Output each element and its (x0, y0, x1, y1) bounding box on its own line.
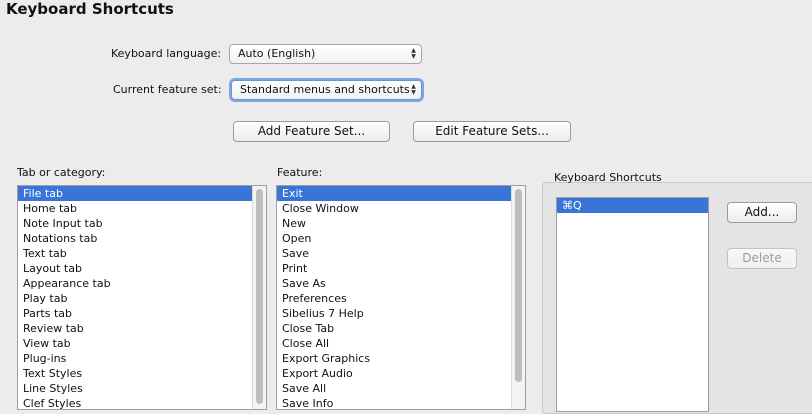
category-list-item[interactable]: Text tab (18, 246, 266, 261)
feature-list-item[interactable]: Open (277, 231, 525, 246)
category-list-item[interactable]: Home tab (18, 201, 266, 216)
category-list-item[interactable]: Play tab (18, 291, 266, 306)
category-list-item[interactable]: Plug-ins (18, 351, 266, 366)
category-list-item[interactable]: Appearance tab (18, 276, 266, 291)
category-list-item[interactable]: Review tab (18, 321, 266, 336)
page-title: Keyboard Shortcuts (6, 0, 174, 18)
category-list-label: Tab or category: (17, 166, 106, 179)
feature-list-item[interactable]: Save Info (277, 396, 525, 409)
feature-list-item[interactable]: Print (277, 261, 525, 276)
category-list-item[interactable]: Parts tab (18, 306, 266, 321)
feature-scrollbar[interactable] (511, 186, 525, 409)
feature-list-item[interactable]: Close Window (277, 201, 525, 216)
feature-list-item[interactable]: Export Graphics (277, 351, 525, 366)
keyboard-language-label: Keyboard language: (111, 47, 222, 60)
feature-scrollbar-thumb[interactable] (515, 189, 522, 382)
feature-list-item[interactable]: Save As (277, 276, 525, 291)
add-feature-set-button[interactable]: Add Feature Set... (233, 121, 390, 142)
feature-list-item[interactable]: Sibelius 7 Help (277, 306, 525, 321)
edit-feature-sets-button[interactable]: Edit Feature Sets... (413, 121, 571, 142)
category-scrollbar-thumb[interactable] (256, 189, 263, 404)
feature-list-item[interactable]: Preferences (277, 291, 525, 306)
feature-list[interactable]: Exit Close Window New Open Save Print Save As P… (276, 185, 526, 410)
popup-arrows-icon: ▲ ▼ (411, 83, 416, 96)
feature-list-item[interactable]: Save All (277, 381, 525, 396)
category-list-item[interactable]: File tab (18, 186, 266, 201)
category-list-item[interactable]: Clef Styles (18, 396, 266, 409)
category-list-item[interactable]: Line Styles (18, 381, 266, 396)
feature-list-item[interactable]: Save (277, 246, 525, 261)
keyboard-language-value: Auto (English) (238, 47, 316, 60)
shortcut-list[interactable]: ⌘Q (556, 197, 709, 412)
category-list-item[interactable]: Layout tab (18, 261, 266, 276)
delete-shortcut-button[interactable]: Delete (727, 248, 797, 269)
category-list-item[interactable]: Text Styles (18, 366, 266, 381)
keyboard-shortcuts-group-label: Keyboard Shortcuts (554, 171, 662, 184)
add-shortcut-button[interactable]: Add... (727, 202, 797, 223)
category-list[interactable]: File tab Home tab Note Input tab Notations … (17, 185, 267, 410)
feature-list-item[interactable]: Close Tab (277, 321, 525, 336)
category-list-item[interactable]: Notations tab (18, 231, 266, 246)
feature-list-item[interactable]: Export Audio (277, 366, 525, 381)
popup-arrows-icon: ▲ ▼ (411, 47, 416, 60)
feature-list-item[interactable]: New (277, 216, 525, 231)
feature-set-label: Current feature set: (113, 83, 222, 96)
category-scrollbar[interactable] (252, 186, 266, 409)
category-list-item[interactable]: View tab (18, 336, 266, 351)
feature-list-item[interactable]: Exit (277, 186, 525, 201)
keyboard-language-select[interactable]: Auto (English) ▲ ▼ (229, 44, 422, 64)
feature-set-select[interactable]: Standard menus and shortcuts ▲ ▼ (231, 80, 422, 100)
category-list-item[interactable]: Note Input tab (18, 216, 266, 231)
feature-list-item[interactable]: Close All (277, 336, 525, 351)
shortcut-list-item[interactable]: ⌘Q (557, 198, 708, 213)
feature-set-value: Standard menus and shortcuts (240, 83, 410, 96)
feature-list-label: Feature: (277, 166, 323, 179)
